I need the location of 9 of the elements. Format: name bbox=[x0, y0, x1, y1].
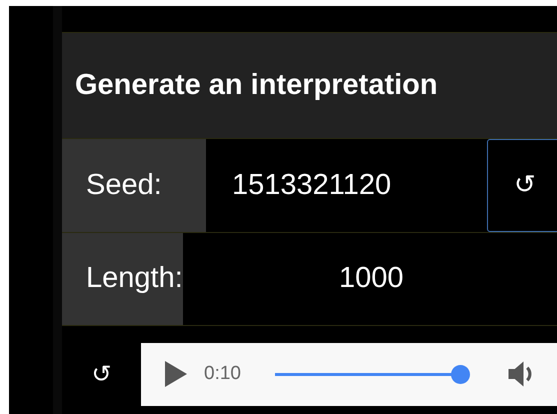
audio-player[interactable]: 0:10 bbox=[141, 342, 557, 406]
field-label: Length: bbox=[62, 232, 183, 326]
reload-button[interactable]: ↺ bbox=[62, 360, 141, 388]
field-label: Seed: bbox=[62, 138, 206, 232]
panel-title: Generate an interpretation bbox=[75, 68, 438, 102]
time-label: 0:10 bbox=[204, 363, 241, 386]
play-icon[interactable] bbox=[165, 361, 187, 388]
refresh-button[interactable]: ↺ bbox=[487, 138, 557, 232]
slider-thumb[interactable] bbox=[451, 364, 470, 384]
